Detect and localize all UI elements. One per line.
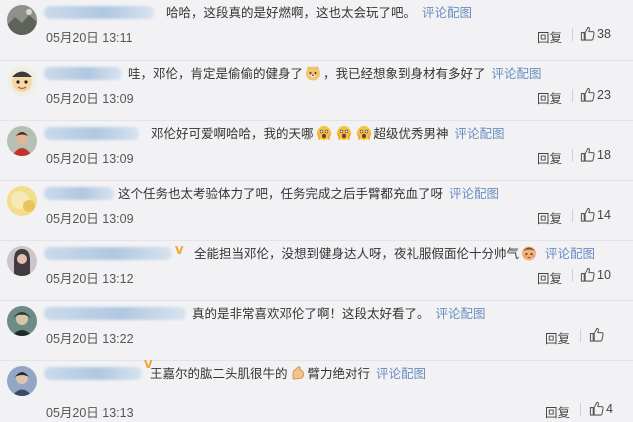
username-blurred[interactable]: [44, 67, 122, 80]
username-blurred[interactable]: [44, 187, 114, 200]
like-button[interactable]: 4: [589, 401, 613, 416]
comment-text-body: 邓伦好可爱啊哈哈，我的天哪: [151, 127, 314, 141]
comment-timestamp: 05月20日 13:09: [46, 212, 134, 226]
thumbs-up-icon: [580, 87, 595, 102]
comment-text-body: 哇，邓伦，肯定是偷偷的健身了: [128, 67, 304, 81]
comment-item: 邓伦好可爱啊哈哈，我的天哪 超级优秀男神 评论配图 05月20日 13:09 回复 …: [0, 120, 633, 181]
avatar[interactable]: [7, 66, 37, 96]
like-count: 4: [606, 402, 613, 416]
comment-timestamp: 05月20日 13:09: [46, 152, 134, 166]
divider: [572, 209, 573, 222]
like-count: 14: [597, 208, 611, 222]
divider: [572, 28, 573, 41]
thumbs-up-icon: [580, 207, 595, 222]
avatar[interactable]: [7, 246, 37, 276]
like-count: 18: [597, 148, 611, 162]
avatar[interactable]: [7, 126, 37, 156]
comment-picture-link[interactable]: 评论配图: [422, 6, 472, 20]
comment-picture-link[interactable]: 评论配图: [492, 67, 542, 81]
divider: [572, 149, 573, 162]
comment-text: 邓伦好可爱啊哈哈，我的天哪 超级优秀男神 评论配图: [151, 125, 505, 143]
like-count: 38: [597, 27, 611, 41]
like-button[interactable]: [589, 327, 606, 342]
username-blurred[interactable]: [44, 307, 186, 320]
comment-picture-link[interactable]: 评论配图: [449, 187, 499, 201]
comment-picture-link[interactable]: 评论配图: [455, 127, 505, 141]
comment-item: 哈哈，这段真的是好燃啊，这也太会玩了吧。 评论配图 05月20日 13:11 回复…: [0, 0, 633, 60]
like-count: 23: [597, 88, 611, 102]
like-button[interactable]: 10: [580, 267, 611, 282]
reply-button[interactable]: 回复: [537, 148, 562, 167]
divider: [580, 329, 581, 342]
like-button[interactable]: 14: [580, 207, 611, 222]
like-button[interactable]: 38: [580, 26, 611, 41]
comment-item: 真的是非常喜欢邓伦了啊！这段太好看了。 评论配图 05月20日 13:22 回复: [0, 300, 633, 361]
thumbs-up-icon: [589, 401, 604, 416]
comment-item: V 全能担当邓伦，没想到健身达人呀，夜礼服假面伦十分帅气 评论配图 05月20日 …: [0, 240, 633, 301]
divider: [572, 269, 573, 282]
comment-picture-link[interactable]: 评论配图: [376, 367, 426, 381]
avatar[interactable]: [7, 186, 37, 216]
comment-timestamp: 05月20日 13:09: [46, 92, 134, 106]
thumbs-up-icon: [580, 26, 595, 41]
vip-badge: V: [175, 244, 184, 257]
flexed-arm-emoji: [290, 365, 306, 381]
comment-item: 这个任务也太考验体力了吧，任务完成之后手臂都充血了呀 评论配图 05月20日 13…: [0, 180, 633, 241]
comment-text-body: 这个任务也太考验体力了吧，任务完成之后手臂都充血了呀: [118, 187, 444, 201]
divider: [572, 89, 573, 102]
username-blurred[interactable]: [44, 247, 172, 260]
comment-text-body: 全能担当邓伦，没想到健身达人呀，夜礼服假面伦十分帅气: [194, 247, 520, 261]
cute-blush-emoji: [521, 245, 537, 261]
comment-item: V 王嘉尔的肱二头肌很牛的 臂力绝对行 评论配图 05月20日 13:13 回复 4: [0, 358, 633, 422]
reply-button[interactable]: 回复: [537, 208, 562, 227]
reply-button[interactable]: 回复: [537, 27, 562, 46]
comment-text-body: ，我已经想象到身材有多好了: [323, 67, 486, 81]
reply-button[interactable]: 回复: [537, 268, 562, 287]
comment-text: 真的是非常喜欢邓伦了啊！这段太好看了。 评论配图: [192, 305, 486, 323]
comment-text: 全能担当邓伦，没想到健身达人呀，夜礼服假面伦十分帅气 评论配图: [194, 245, 595, 263]
comment-picture-link[interactable]: 评论配图: [545, 247, 595, 261]
comment-item: 哇，邓伦，肯定是偷偷的健身了 ，我已经想象到身材有多好了 评论配图 05月20日 1…: [0, 60, 633, 121]
avatar[interactable]: [7, 306, 37, 336]
avatar[interactable]: [7, 366, 37, 396]
comment-text-body: 王嘉尔的肱二头肌很牛的: [150, 367, 288, 381]
thumbs-up-icon: [580, 147, 595, 162]
comment-timestamp: 05月20日 13:13: [46, 406, 134, 420]
comment-timestamp: 05月20日 13:12: [46, 272, 134, 286]
divider: [580, 403, 581, 416]
comment-text: 王嘉尔的肱二头肌很牛的 臂力绝对行 评论配图: [150, 365, 426, 383]
comment-text-body: 超级优秀男神: [373, 127, 449, 141]
comment-picture-link[interactable]: 评论配图: [436, 307, 486, 321]
thumbs-up-icon: [589, 327, 604, 342]
comment-timestamp: 05月20日 13:11: [46, 31, 133, 45]
comment-text-body: 臂力绝对行: [307, 367, 371, 381]
username-blurred[interactable]: [44, 6, 154, 19]
comment-timestamp: 05月20日 13:22: [46, 332, 134, 346]
avatar[interactable]: [7, 5, 37, 35]
comment-text: 这个任务也太考验体力了吧，任务完成之后手臂都充血了呀 评论配图: [118, 185, 499, 203]
comment-text: 哇，邓伦，肯定是偷偷的健身了 ，我已经想象到身材有多好了 评论配图: [128, 65, 542, 83]
comment-list: 哈哈，这段真的是好燃啊，这也太会玩了吧。 评论配图 05月20日 13:11 回复…: [0, 0, 633, 422]
username-blurred[interactable]: [44, 367, 142, 380]
comment-text-body: 真的是非常喜欢邓伦了啊！这段太好看了。: [192, 307, 430, 321]
doge-emoji: [305, 65, 321, 81]
like-button[interactable]: 18: [580, 147, 611, 162]
reply-button[interactable]: 回复: [545, 328, 570, 347]
shocked-face-emoji: [316, 125, 332, 141]
reply-button[interactable]: 回复: [537, 88, 562, 107]
username-blurred[interactable]: [44, 127, 139, 140]
thumbs-up-icon: [580, 267, 595, 282]
like-button[interactable]: 23: [580, 87, 611, 102]
reply-button[interactable]: 回复: [545, 402, 570, 421]
shocked-face-emoji: [336, 125, 352, 141]
shocked-face-emoji: [356, 125, 372, 141]
comment-text: 哈哈，这段真的是好燃啊，这也太会玩了吧。 评论配图: [166, 4, 472, 22]
comment-text-body: 哈哈，这段真的是好燃啊，这也太会玩了吧。: [166, 6, 417, 20]
like-count: 10: [597, 268, 611, 282]
